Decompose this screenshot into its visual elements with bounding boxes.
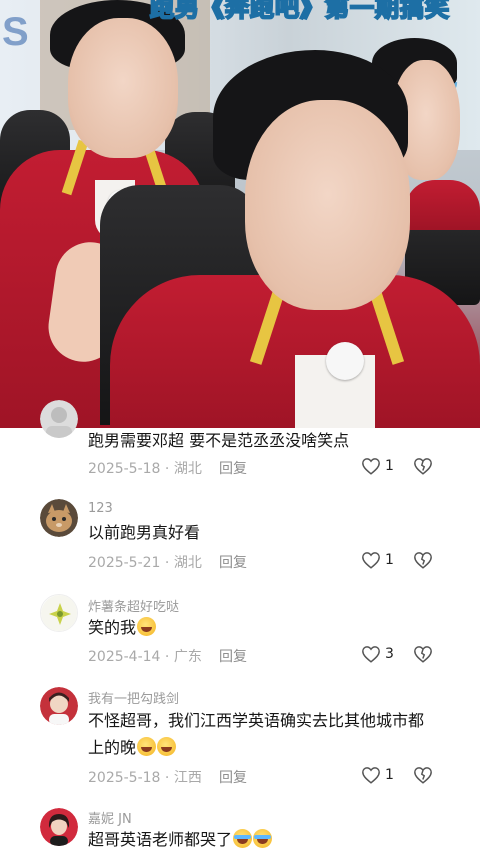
lapel-mic bbox=[326, 342, 364, 380]
comment-date: 2025-5-21 bbox=[88, 555, 161, 571]
broken-heart-icon bbox=[414, 458, 432, 475]
comment-meta: 2025-4-14 · 广东 bbox=[88, 649, 202, 665]
reply-button[interactable]: 回复 bbox=[219, 646, 247, 666]
comment-text: 不怪超哥，我们江西学英语确实去比其他城市都上的晚 bbox=[88, 707, 432, 761]
heart-icon bbox=[362, 767, 380, 784]
laughing-emoji-icon bbox=[137, 617, 157, 636]
comment-location: 湖北 bbox=[173, 461, 202, 477]
like-button[interactable]: 1 bbox=[361, 457, 394, 475]
comment-list[interactable]: 跑男需要邓超 要不是范丞丞没啥笑点 2025-5-18 · 湖北 回复 1 12… bbox=[0, 400, 480, 853]
comment-text: 跑男需要邓超 要不是范丞丞没啥笑点 bbox=[88, 431, 350, 450]
comment-username[interactable]: 123 bbox=[88, 501, 113, 516]
comment-meta: 2025-5-18 · 江西 bbox=[88, 770, 202, 786]
comment-username[interactable]: 炸薯条超好吃哒 bbox=[88, 596, 179, 615]
left-sign-text: S bbox=[2, 10, 29, 54]
like-count: 1 bbox=[385, 552, 394, 568]
comment-location: 广东 bbox=[173, 649, 202, 665]
person-center-face bbox=[245, 100, 410, 310]
like-count: 3 bbox=[385, 646, 394, 662]
person-left-face bbox=[68, 18, 178, 158]
like-button[interactable]: 1 bbox=[361, 551, 394, 569]
like-button[interactable]: 3 bbox=[361, 645, 394, 663]
comment-text-content: 笑的我 bbox=[88, 618, 137, 637]
laughing-emoji-icon bbox=[137, 737, 157, 756]
comment-location: 湖北 bbox=[173, 555, 202, 571]
broken-heart-icon bbox=[414, 646, 432, 663]
laughing-emoji-icon bbox=[157, 737, 177, 756]
video-caption: 跑男《奔跑吧》第一期搞笑 bbox=[149, 0, 450, 23]
heart-icon bbox=[362, 646, 380, 663]
comment-meta: 2025-5-18 · 湖北 bbox=[88, 461, 202, 477]
like-count: 1 bbox=[385, 458, 394, 474]
heart-icon bbox=[362, 552, 380, 569]
comment-date: 2025-5-18 bbox=[88, 461, 161, 477]
dislike-button[interactable] bbox=[413, 645, 433, 667]
user-avatar[interactable] bbox=[40, 400, 78, 438]
like-button[interactable]: 1 bbox=[361, 766, 394, 784]
comment-username[interactable]: 嘉妮 JN bbox=[88, 808, 132, 827]
comment-date: 2025-5-18 bbox=[88, 770, 161, 786]
reply-button[interactable]: 回复 bbox=[219, 552, 247, 572]
broken-heart-icon bbox=[414, 552, 432, 569]
comment-username[interactable]: 我有一把勾践剑 bbox=[88, 688, 179, 707]
comment-text: 超哥英语老师都哭了 bbox=[88, 826, 438, 853]
dislike-button[interactable] bbox=[413, 766, 433, 788]
reply-button[interactable]: 回复 bbox=[219, 767, 247, 787]
comment-text: 笑的我 bbox=[88, 614, 438, 641]
video-player[interactable]: S 跑 跑男《奔跑吧》第一期搞笑 bbox=[0, 0, 480, 428]
comment-date: 2025-4-14 bbox=[88, 649, 161, 665]
like-count: 1 bbox=[385, 767, 394, 783]
crying-laughing-emoji-icon bbox=[233, 829, 253, 848]
dislike-button[interactable] bbox=[413, 551, 433, 573]
comment-text: 以前跑男真好看 bbox=[88, 523, 201, 542]
dislike-button[interactable] bbox=[413, 457, 433, 479]
comment-location: 江西 bbox=[173, 770, 202, 786]
reply-button[interactable]: 回复 bbox=[219, 458, 247, 478]
comment-meta: 2025-5-21 · 湖北 bbox=[88, 555, 202, 571]
user-avatar[interactable] bbox=[40, 808, 78, 846]
user-avatar[interactable] bbox=[40, 594, 78, 632]
person-right-jacket bbox=[405, 180, 480, 230]
comment-text-content: 超哥英语老师都哭了 bbox=[88, 830, 233, 849]
user-avatar[interactable] bbox=[40, 499, 78, 537]
heart-icon bbox=[362, 458, 380, 475]
crying-laughing-emoji-icon bbox=[253, 829, 273, 848]
user-avatar[interactable] bbox=[40, 687, 78, 725]
broken-heart-icon bbox=[414, 767, 432, 784]
